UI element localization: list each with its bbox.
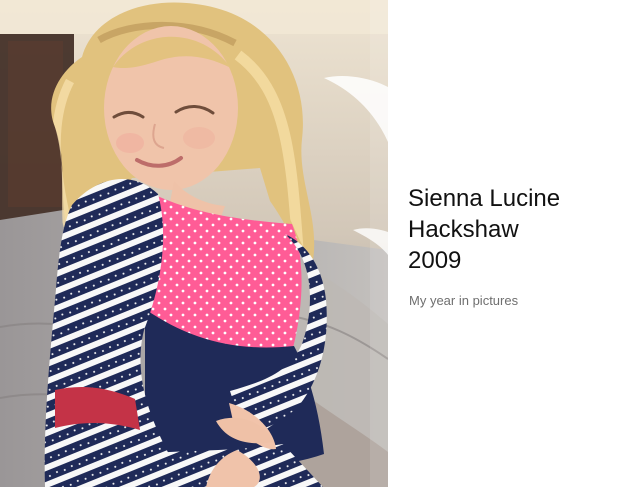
book-title-line-1: Sienna Lucine xyxy=(408,185,561,212)
photo-book-cover: Sienna Lucine Hackshaw 2009 My year in p… xyxy=(0,0,639,487)
book-title-line-3: 2009 xyxy=(408,247,462,274)
book-subtitle: My year in pictures xyxy=(409,293,519,308)
child-dress xyxy=(44,179,327,487)
portrait-photo-illustration xyxy=(0,0,388,487)
book-title: Sienna Lucine Hackshaw 2009 xyxy=(408,183,628,276)
book-title-line-2: Hackshaw xyxy=(408,216,519,243)
child-face xyxy=(104,26,238,190)
cover-photo xyxy=(0,0,388,487)
